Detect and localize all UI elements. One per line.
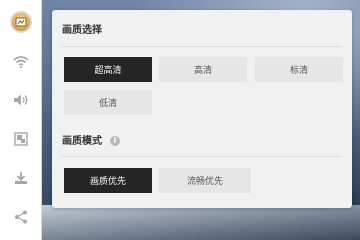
avatar-button[interactable] <box>0 8 41 36</box>
volume-button[interactable] <box>0 86 41 114</box>
wifi-button[interactable] <box>0 47 41 75</box>
mode-option-quality-first[interactable]: 画质优先 <box>64 168 152 193</box>
sidebar <box>0 0 42 240</box>
avatar-icon <box>15 17 26 27</box>
video-backdrop-bottom <box>40 205 360 240</box>
avatar <box>9 11 32 33</box>
quality-section-title: 画质选择 <box>62 25 102 36</box>
info-icon[interactable]: i <box>110 136 120 146</box>
quality-option-low[interactable]: 低清 <box>64 90 152 115</box>
share-icon <box>14 210 27 224</box>
quality-option-hd[interactable]: 高清 <box>159 57 247 82</box>
mode-option-smooth-first[interactable]: 流畅优先 <box>159 168 251 193</box>
download-icon <box>14 172 27 184</box>
quality-option-ultra-hd[interactable]: 超高清 <box>64 57 152 82</box>
quality-settings-panel: 画质选择 超高清 高清 标清 低清 画质模式 i 画质优先 流畅优先 <box>52 10 352 208</box>
wifi-icon <box>12 55 29 68</box>
quality-option-sd[interactable]: 标清 <box>255 57 343 82</box>
volume-icon <box>13 94 27 106</box>
download-button[interactable] <box>0 164 41 192</box>
quality-divider <box>62 46 342 47</box>
screen-icon <box>13 132 28 146</box>
mode-divider <box>62 156 342 157</box>
screen-button[interactable] <box>0 125 41 153</box>
mode-section-title: 画质模式 <box>62 136 102 147</box>
share-button[interactable] <box>0 203 41 231</box>
